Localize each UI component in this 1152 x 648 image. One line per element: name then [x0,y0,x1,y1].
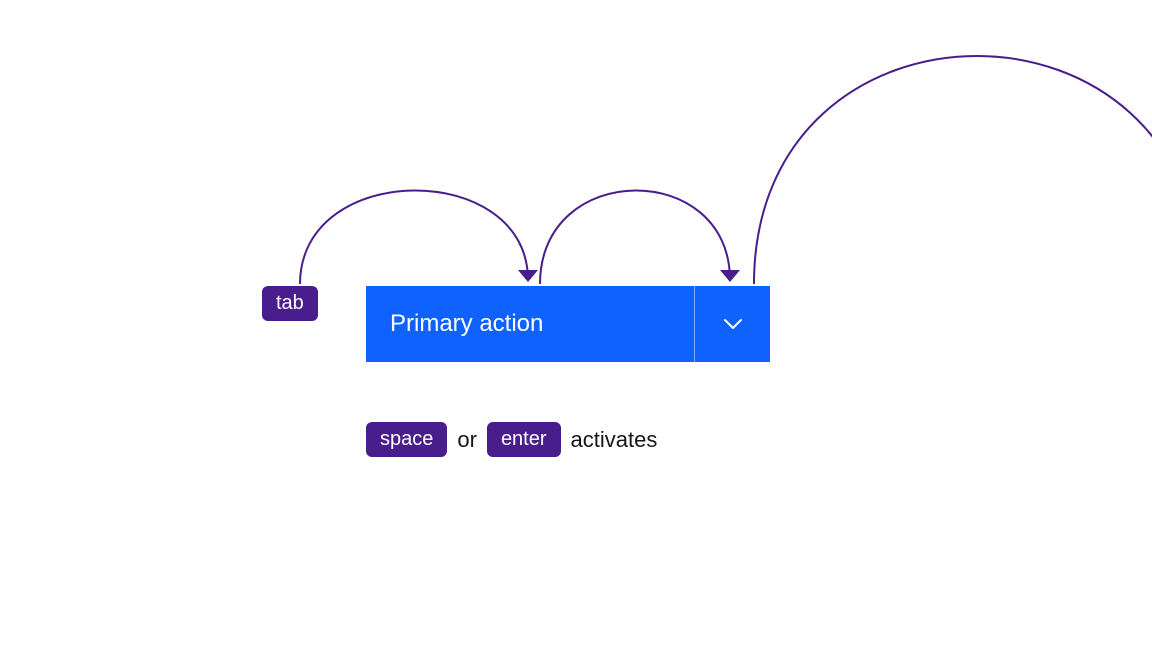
activation-instructions: space or enter activates [366,422,657,457]
enter-key-label: enter [501,428,547,450]
primary-action-label: Primary action [390,310,543,338]
tab-key-badge: tab [262,286,318,321]
space-key-label: space [380,428,433,450]
dropdown-toggle-button[interactable] [694,286,770,362]
tab-key-label: tab [276,292,304,314]
space-key-badge: space [366,422,447,457]
split-button-group: Primary action [366,286,770,362]
enter-key-badge: enter [487,422,561,457]
or-connector: or [457,427,477,453]
chevron-down-icon [723,318,743,330]
activates-text: activates [571,427,658,453]
primary-action-button[interactable]: Primary action [366,286,694,362]
